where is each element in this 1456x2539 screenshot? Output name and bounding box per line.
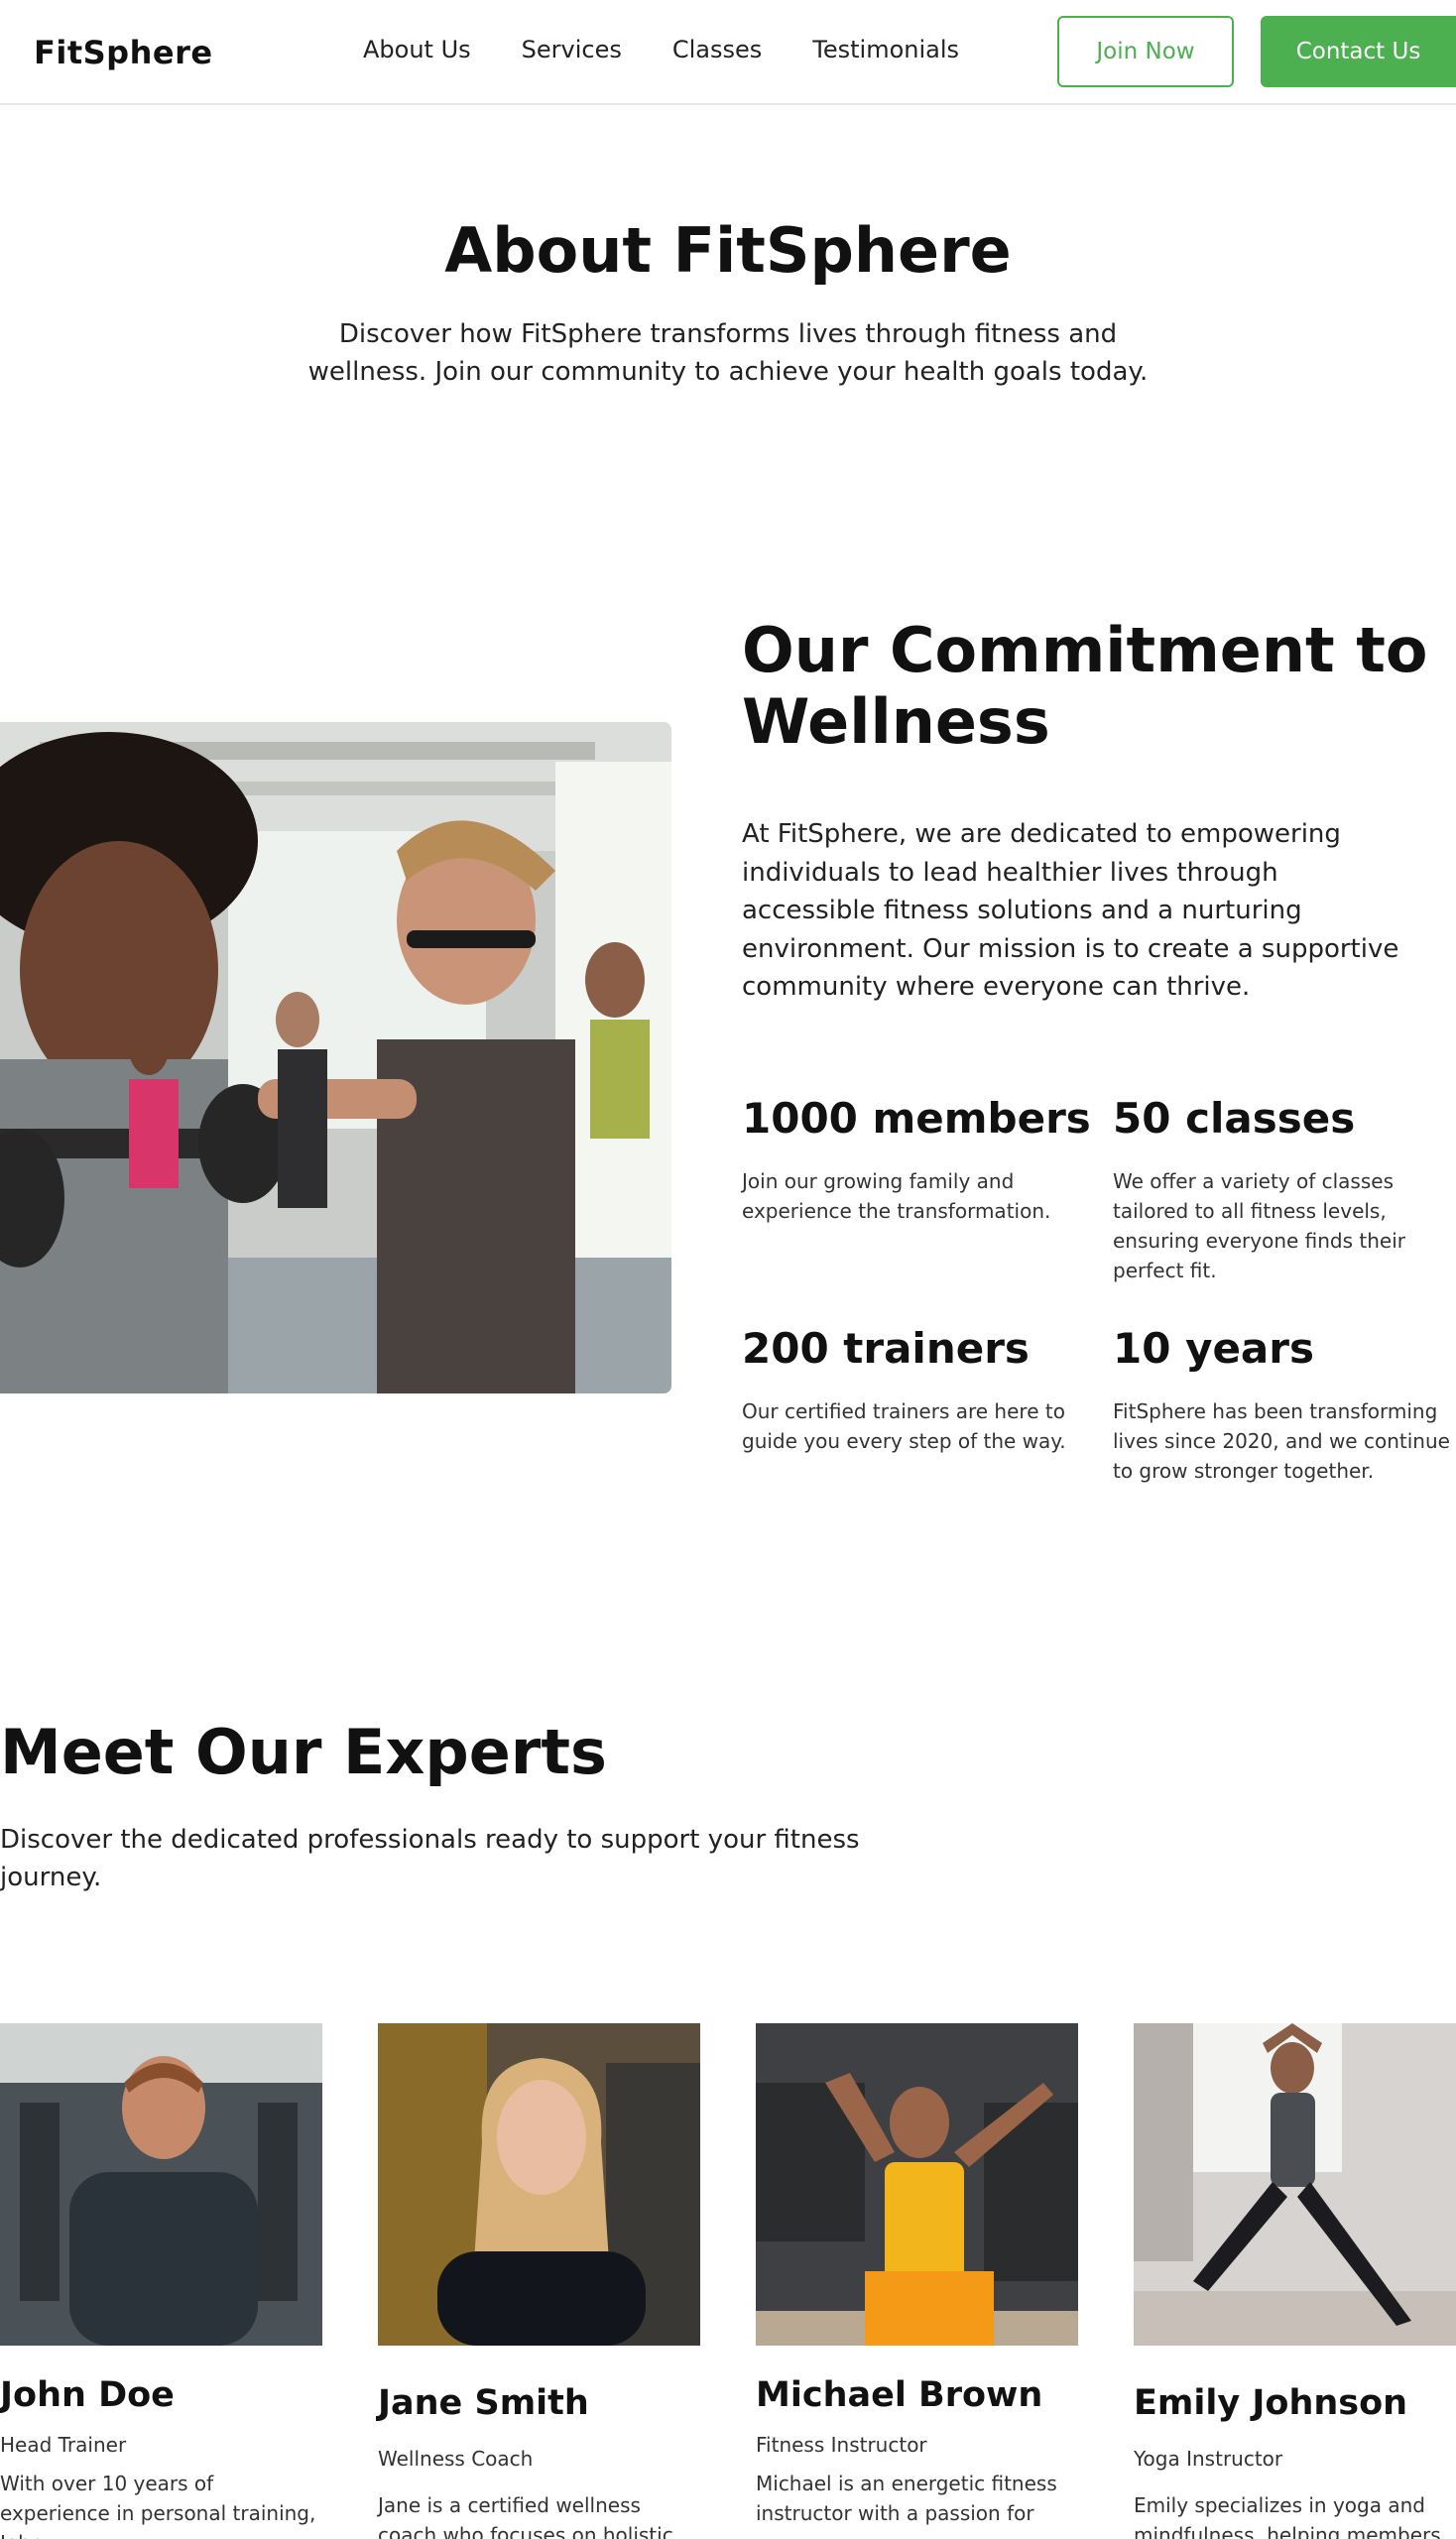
hero-subtitle: Discover how FitSphere transforms lives … bbox=[307, 319, 1149, 387]
contact-us-button[interactable]: Contact Us bbox=[1261, 16, 1456, 87]
stat-description: Join our growing family and experience t… bbox=[742, 1169, 1051, 1223]
expert-name: Emily Johnson bbox=[1134, 2383, 1408, 2423]
expert-role: Fitness Instructor bbox=[756, 2433, 927, 2457]
expert-name: Jane Smith bbox=[378, 2383, 589, 2423]
nav-classes[interactable]: Classes bbox=[672, 36, 762, 63]
stat-members: 1000 members Join our growing family and… bbox=[742, 1091, 1091, 1226]
page-title: About FitSphere bbox=[444, 214, 1012, 287]
stat-value: 10 years bbox=[1113, 1324, 1314, 1373]
expert-photo bbox=[1134, 2023, 1456, 2346]
experts-title: Meet Our Experts bbox=[0, 1716, 607, 1788]
stat-description: FitSphere has been transforming lives si… bbox=[1113, 1399, 1450, 1483]
stat-classes: 50 classes We offer a variety of classes… bbox=[1113, 1091, 1450, 1285]
stat-description: We offer a variety of classes tailored t… bbox=[1113, 1169, 1406, 1282]
gym-class-image bbox=[0, 722, 671, 1393]
expert-bio: Emily specializes in yoga and mindfulnes… bbox=[1134, 2493, 1441, 2539]
logo[interactable]: FitSphere bbox=[34, 34, 213, 71]
stat-value: 50 classes bbox=[1113, 1094, 1356, 1143]
expert-bio: Michael is an energetic fitness instruct… bbox=[756, 2472, 1057, 2525]
expert-name: John Doe bbox=[0, 2375, 175, 2415]
expert-role: Head Trainer bbox=[0, 2433, 127, 2457]
expert-role: Yoga Instructor bbox=[1134, 2447, 1283, 2471]
site-header: FitSphere About Us Services Classes Test… bbox=[0, 0, 1456, 105]
stat-value: 1000 members bbox=[742, 1094, 1091, 1143]
expert-bio: With over 10 years of experience in pers… bbox=[0, 2472, 316, 2539]
expert-photo bbox=[756, 2023, 1078, 2346]
expert-card[interactable]: Jane Smith Wellness Coach Jane is a cert… bbox=[378, 2023, 700, 2539]
join-now-button[interactable]: Join Now bbox=[1057, 16, 1234, 87]
expert-card[interactable]: Emily Johnson Yoga Instructor Emily spec… bbox=[1134, 2023, 1456, 2539]
expert-name: Michael Brown bbox=[756, 2375, 1043, 2415]
expert-photo bbox=[0, 2023, 322, 2346]
main-nav: About Us Services Classes Testimonials bbox=[363, 36, 1010, 63]
experts-subtitle: Discover the dedicated professionals rea… bbox=[0, 1825, 860, 1892]
commitment-title: Our Commitment to Wellness bbox=[742, 614, 1428, 758]
commitment-text: At FitSphere, we are dedicated to empowe… bbox=[742, 819, 1399, 1002]
nav-services[interactable]: Services bbox=[522, 36, 622, 63]
stat-years: 10 years FitSphere has been transforming… bbox=[1113, 1321, 1450, 1486]
expert-role: Wellness Coach bbox=[378, 2447, 534, 2471]
stat-description: Our certified trainers are here to guide… bbox=[742, 1399, 1066, 1453]
expert-card[interactable]: Michael Brown Fitness Instructor Michael… bbox=[756, 2023, 1078, 2528]
nav-about-us[interactable]: About Us bbox=[363, 36, 471, 63]
stat-trainers: 200 trainers Our certified trainers are … bbox=[742, 1321, 1079, 1456]
stat-value: 200 trainers bbox=[742, 1324, 1030, 1373]
expert-photo bbox=[378, 2023, 700, 2346]
nav-testimonials[interactable]: Testimonials bbox=[812, 36, 959, 63]
expert-card[interactable]: John Doe Head Trainer With over 10 years… bbox=[0, 2023, 322, 2539]
expert-bio: Jane is a certified wellness coach who f… bbox=[378, 2493, 673, 2539]
